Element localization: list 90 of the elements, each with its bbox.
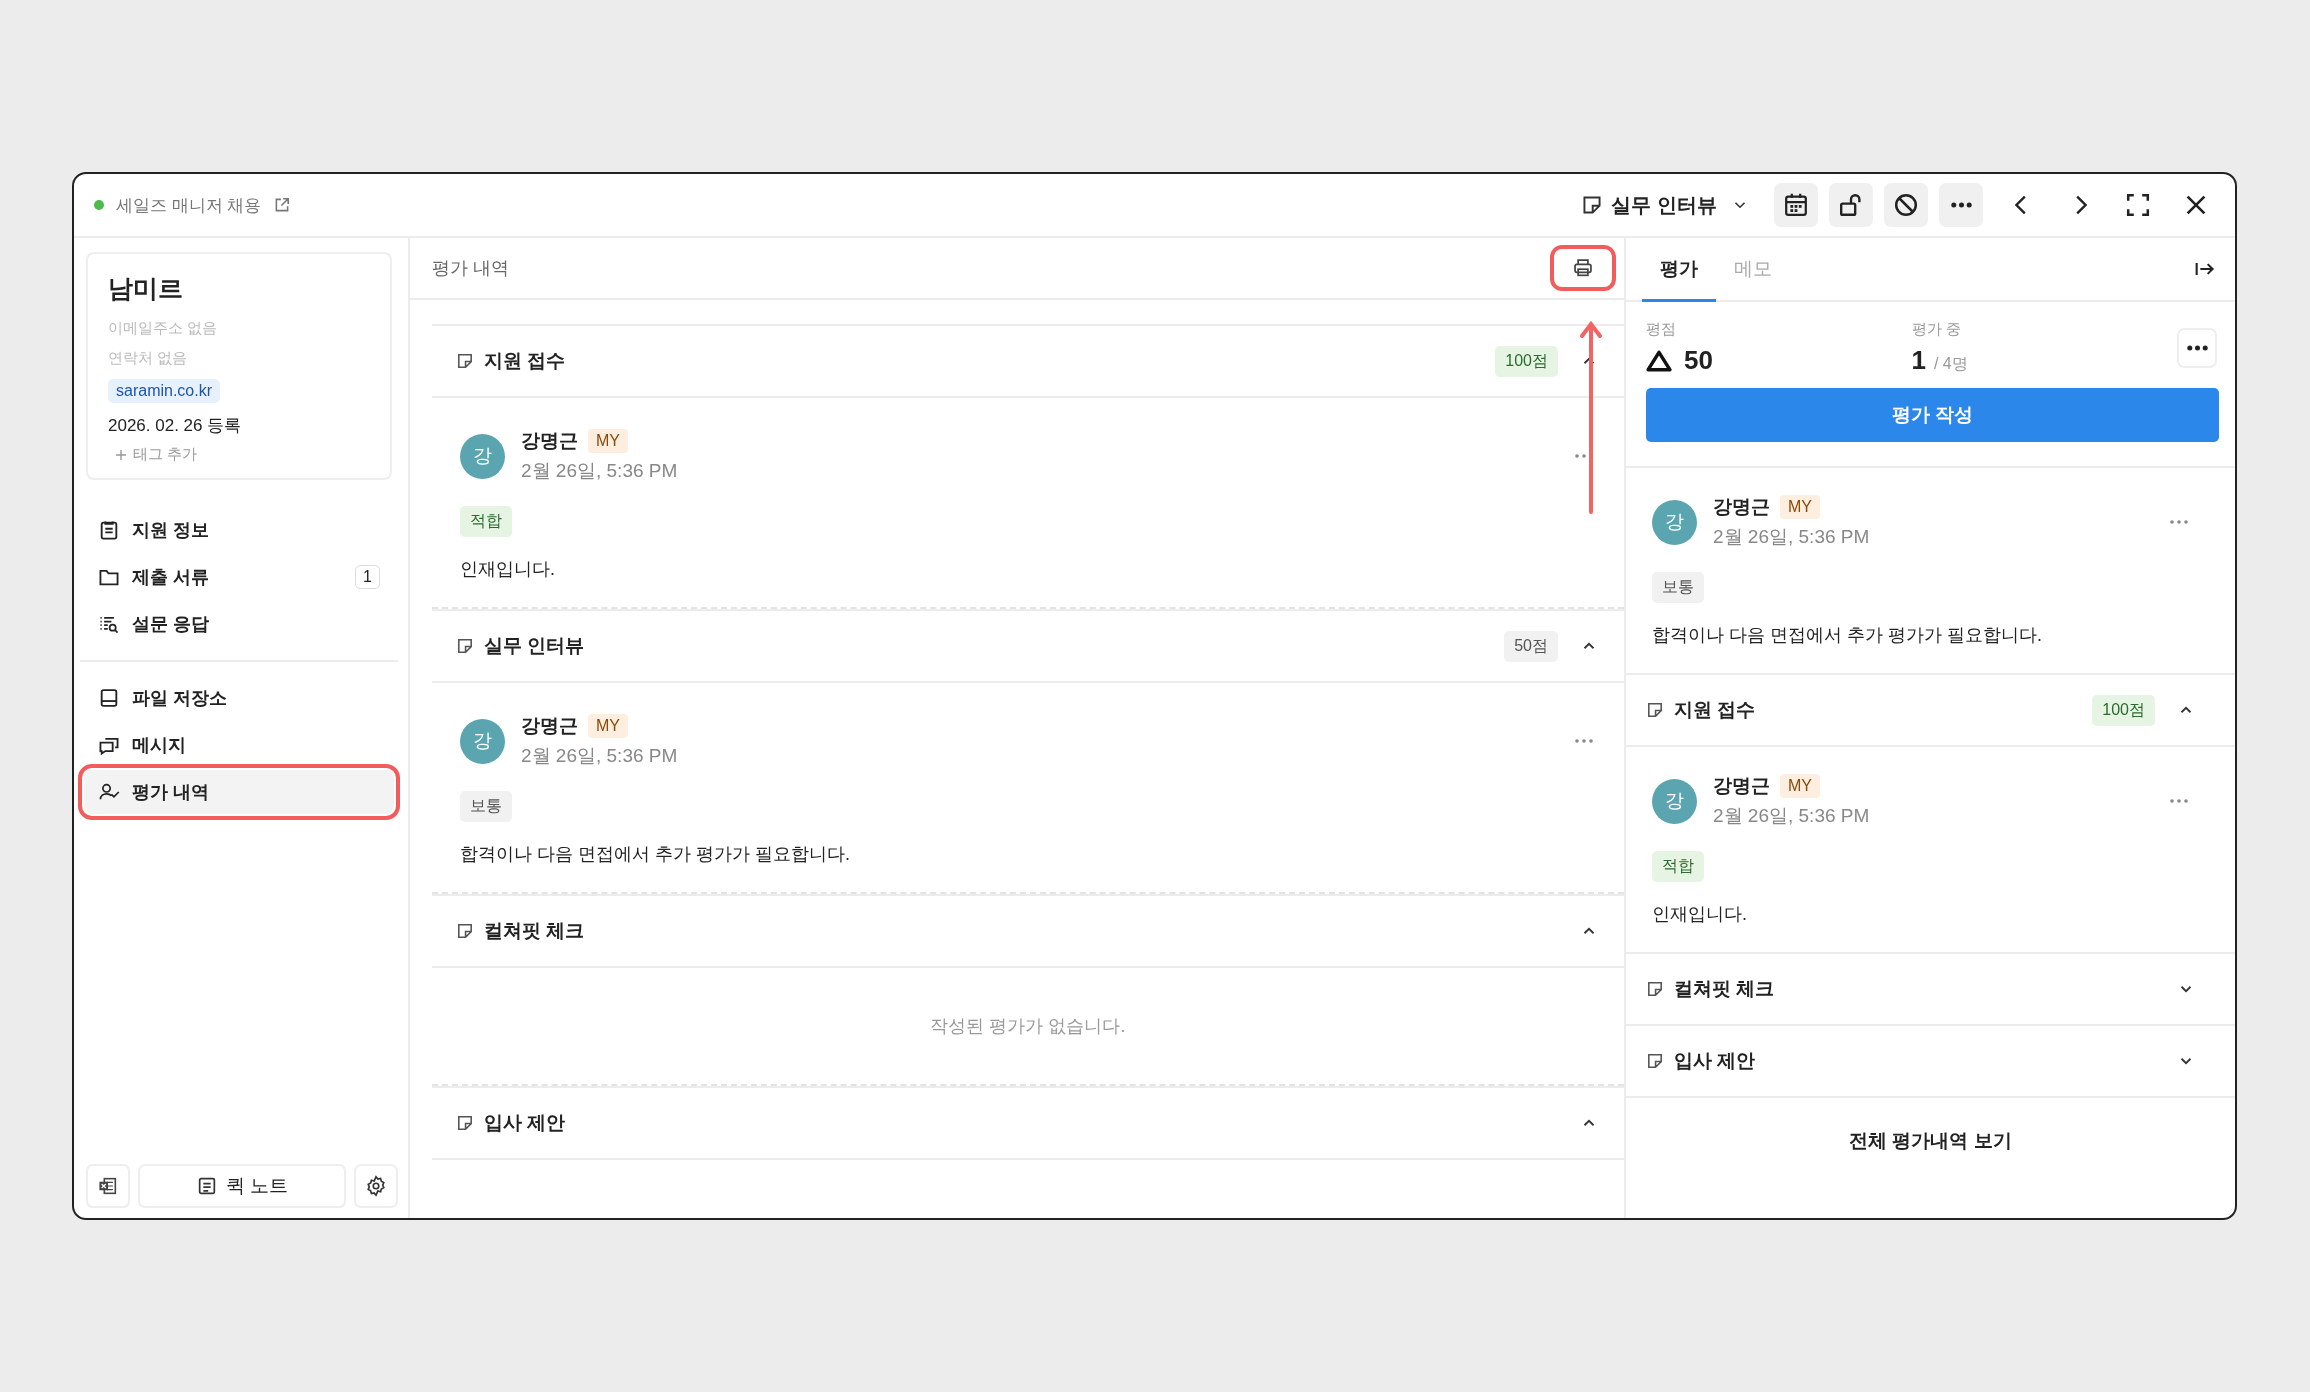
printer-icon xyxy=(1572,257,1594,279)
reviewer-name: 강명근 xyxy=(1713,774,1770,798)
nav-item[interactable]: 지원 정보 xyxy=(84,508,394,552)
reviewer-name: 강명근 xyxy=(521,714,578,738)
external-link-icon[interactable] xyxy=(273,196,292,214)
plus-icon xyxy=(114,447,128,462)
block-button[interactable] xyxy=(1884,183,1928,227)
avatar: 강 xyxy=(460,433,505,479)
more-icon xyxy=(1950,202,1972,208)
progress-count: 1 xyxy=(1911,345,1926,376)
more-icon[interactable] xyxy=(1574,738,1594,744)
review-comment: 인재입니다. xyxy=(1652,903,1747,926)
avatar: 강 xyxy=(1652,778,1697,824)
score-tag: 100점 xyxy=(1495,345,1558,377)
calendar-button[interactable] xyxy=(1774,183,1818,227)
source-tag: saramin.co.kr xyxy=(108,379,221,403)
count-badge: 1 xyxy=(355,565,380,589)
my-tag: MY xyxy=(1780,495,1820,519)
drive-icon xyxy=(98,687,120,709)
triangle-icon xyxy=(1646,348,1672,373)
nav-item[interactable]: 설문 응답 xyxy=(84,602,394,646)
rating-value: 50 xyxy=(1684,345,1713,376)
candidate-name: 남미르 xyxy=(108,273,183,304)
review-comment: 인재입니다. xyxy=(460,558,555,581)
verdict-tag: 보통 xyxy=(460,791,512,822)
note-icon xyxy=(1646,980,1664,998)
status-dot xyxy=(94,200,104,210)
more-button[interactable] xyxy=(1939,183,1983,227)
section-title: 컬쳐핏 체크 xyxy=(1674,977,1776,1001)
avatar: 강 xyxy=(460,718,505,764)
settings-icon xyxy=(365,1175,387,1197)
settings-button[interactable] xyxy=(354,1164,398,1208)
note-icon xyxy=(1581,194,1604,216)
section-title: 입사 제안 xyxy=(484,1111,567,1135)
fullscreen-icon[interactable] xyxy=(2124,191,2152,219)
registered-date: 2026. 02. 26 등록 xyxy=(108,415,242,437)
more-icon[interactable] xyxy=(2169,519,2189,525)
more-icon xyxy=(2186,345,2208,351)
review-comment: 합격이나 다음 면접에서 추가 평가가 필요합니다. xyxy=(460,843,850,866)
tab[interactable]: 평가 xyxy=(1642,238,1716,302)
more-button[interactable] xyxy=(2177,328,2217,368)
section-title: 입사 제안 xyxy=(1674,1049,1757,1073)
my-tag: MY xyxy=(588,429,628,453)
note-icon xyxy=(1646,1052,1664,1070)
review-time: 2월 26일, 5:36 PM xyxy=(1713,525,1871,549)
verdict-tag: 보통 xyxy=(1652,572,1704,603)
reviewer-name: 강명근 xyxy=(1713,495,1770,519)
section-title: 컬쳐핏 체크 xyxy=(484,919,586,943)
review-time: 2월 26일, 5:36 PM xyxy=(521,744,679,768)
avatar: 강 xyxy=(1652,499,1697,545)
score-tag: 100점 xyxy=(2092,694,2155,726)
nav-item[interactable]: 제출 서류 1 xyxy=(84,555,394,599)
note-icon xyxy=(456,922,474,940)
candidate-email: 이메일주소 없음 xyxy=(108,318,218,338)
empty-message: 작성된 평가가 없습니다. xyxy=(930,1015,1126,1038)
stage-dropdown[interactable]: 실무 인터뷰 xyxy=(1581,191,1749,219)
unlock-button[interactable] xyxy=(1829,183,1873,227)
verdict-tag: 적합 xyxy=(460,506,512,537)
note-icon xyxy=(456,1114,474,1132)
nav-item[interactable]: 파일 저장소 xyxy=(84,676,394,720)
reviewer-name: 강명근 xyxy=(521,429,578,453)
quick-note-button[interactable]: 퀵 노트 xyxy=(138,1164,346,1208)
section-title: 지원 접수 xyxy=(1674,698,1757,722)
note-icon xyxy=(1646,701,1664,719)
review-time: 2월 26일, 5:36 PM xyxy=(1713,804,1871,828)
section-title: 지원 접수 xyxy=(484,349,567,373)
my-tag: MY xyxy=(1780,774,1820,798)
nav-item[interactable]: 메시지 xyxy=(84,723,394,767)
view-all-link[interactable]: 전체 평가내역 보기 xyxy=(1626,1098,2235,1184)
write-review-button[interactable]: 평가 작성 xyxy=(1646,388,2219,442)
review-comment: 합격이나 다음 면접에서 추가 평가가 필요합니다. xyxy=(1652,624,2042,647)
my-tag: MY xyxy=(588,714,628,738)
panel-title: 평가 내역 xyxy=(432,257,509,280)
excel-button[interactable] xyxy=(86,1164,130,1208)
note-icon xyxy=(456,352,474,370)
block-icon xyxy=(1892,191,1920,219)
verdict-tag: 적합 xyxy=(1652,851,1704,882)
note-icon xyxy=(456,637,474,655)
progress-total: / 4명 xyxy=(1933,354,1968,374)
job-title: 세일즈 매니저 채용 xyxy=(116,194,262,217)
stat-label: 평가 중 xyxy=(1911,320,1962,339)
candidate-phone: 연락처 없음 xyxy=(108,348,188,368)
more-icon[interactable] xyxy=(2169,798,2189,804)
calendar-icon xyxy=(1782,191,1810,219)
score-tag: 50점 xyxy=(1504,630,1558,662)
stat-label: 평점 xyxy=(1646,320,1677,339)
spreadsheet-icon xyxy=(97,1175,119,1197)
clipboard-icon xyxy=(98,519,120,541)
section-title: 실무 인터뷰 xyxy=(484,634,586,658)
review-time: 2월 26일, 5:36 PM xyxy=(521,459,679,483)
